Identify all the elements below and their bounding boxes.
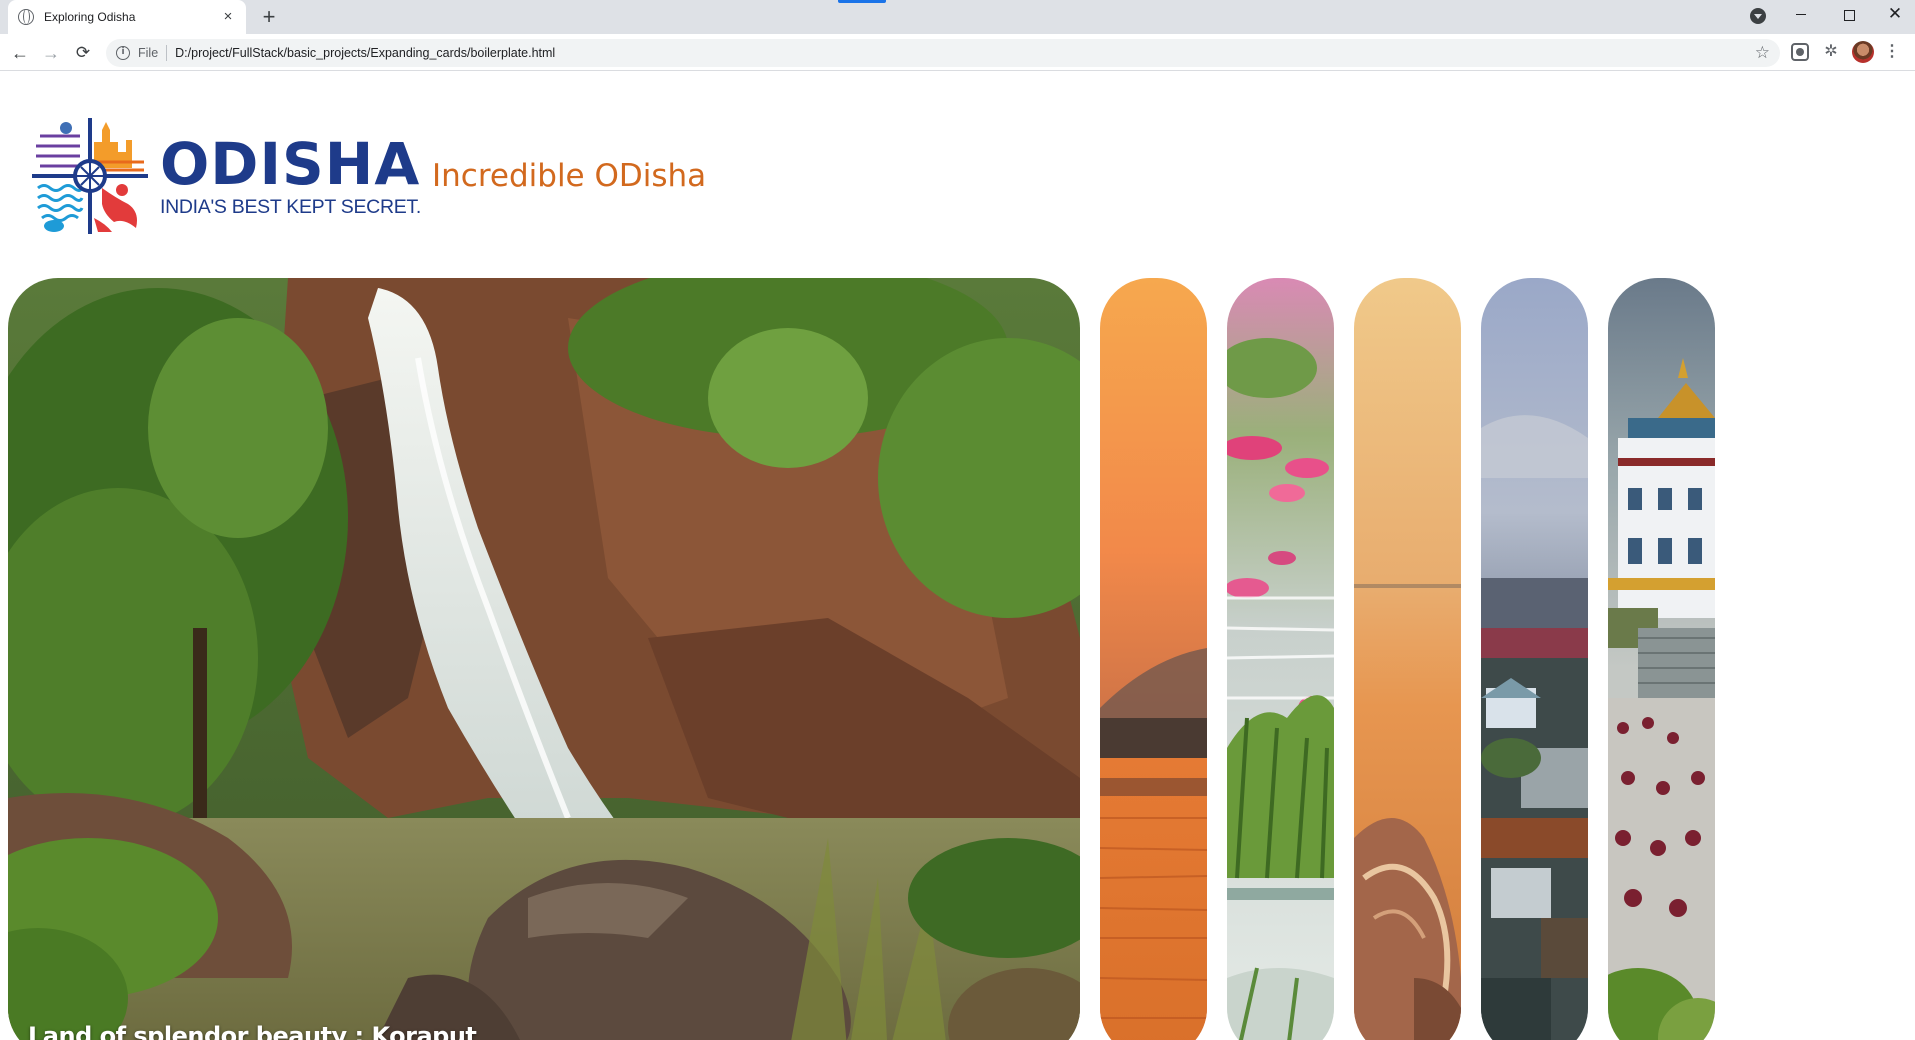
lotus-lake-photo-icon <box>1227 278 1334 1040</box>
monastery-photo-icon <box>1608 278 1715 1040</box>
menu-icon[interactable]: ⋮ <box>1884 42 1900 62</box>
card-monastery[interactable] <box>1608 278 1715 1040</box>
brand-block: ODISHA INDIA'S BEST KEPT SECRET. <box>160 134 421 219</box>
back-button[interactable]: ← <box>6 39 34 67</box>
url-text[interactable]: D:/project/FullStack/basic_projects/Expa… <box>175 46 555 60</box>
avatar[interactable] <box>1852 41 1874 63</box>
brand-name: ODISHA <box>160 130 421 198</box>
browser-tab[interactable]: Exploring Odisha × <box>8 0 246 34</box>
card-koraput[interactable]: Land of splendor beauty : Koraput <box>8 278 1080 1040</box>
card-sunset-lake[interactable] <box>1100 278 1207 1040</box>
browser-toolbar: ← → ⟳ i File D:/project/FullStack/basic_… <box>0 34 1915 71</box>
minimize-button[interactable] <box>1778 0 1824 30</box>
brand-tagline: INDIA'S BEST KEPT SECRET. <box>160 196 421 218</box>
scheme-label: File <box>138 46 159 60</box>
card-conch-beach[interactable] <box>1354 278 1461 1040</box>
tab-indicator <box>838 0 886 3</box>
globe-icon <box>18 9 34 25</box>
sunset-lake-photo-icon <box>1100 278 1207 1040</box>
card-town-view[interactable] <box>1481 278 1588 1040</box>
tab-strip: Exploring Odisha × + ✕ <box>0 0 1915 34</box>
restore-button[interactable] <box>1826 0 1872 30</box>
new-tab-button[interactable]: + <box>256 4 282 30</box>
town-view-photo-icon <box>1481 278 1588 1040</box>
address-bar[interactable]: i File D:/project/FullStack/basic_projec… <box>106 39 1780 67</box>
forward-button[interactable]: → <box>37 39 65 67</box>
card-lotus-lake[interactable] <box>1227 278 1334 1040</box>
page-viewport: ODISHA INDIA'S BEST KEPT SECRET. Incredi… <box>0 72 1915 1040</box>
conch-beach-photo-icon <box>1354 278 1461 1040</box>
puzzle-icon[interactable]: ✲ <box>1822 43 1840 61</box>
reload-button[interactable]: ⟳ <box>69 39 97 67</box>
page-headline: Incredible ODisha <box>432 158 707 194</box>
bookmark-star-icon[interactable]: ☆ <box>1755 43 1770 63</box>
expanding-cards: Land of splendor beauty : Koraput <box>8 278 1718 1040</box>
tab-search-icon[interactable] <box>1750 8 1766 24</box>
extension-icon[interactable] <box>1791 43 1809 61</box>
close-window-button[interactable]: ✕ <box>1872 0 1915 30</box>
odisha-logo-icon <box>32 118 148 234</box>
divider <box>166 45 168 61</box>
info-icon[interactable]: i <box>116 46 130 60</box>
waterfall-photo-icon <box>8 278 1080 1040</box>
panel-title: Land of splendor beauty : Koraput <box>28 1022 477 1040</box>
tab-title: Exploring Odisha <box>44 10 136 24</box>
close-tab-icon[interactable]: × <box>220 9 236 25</box>
